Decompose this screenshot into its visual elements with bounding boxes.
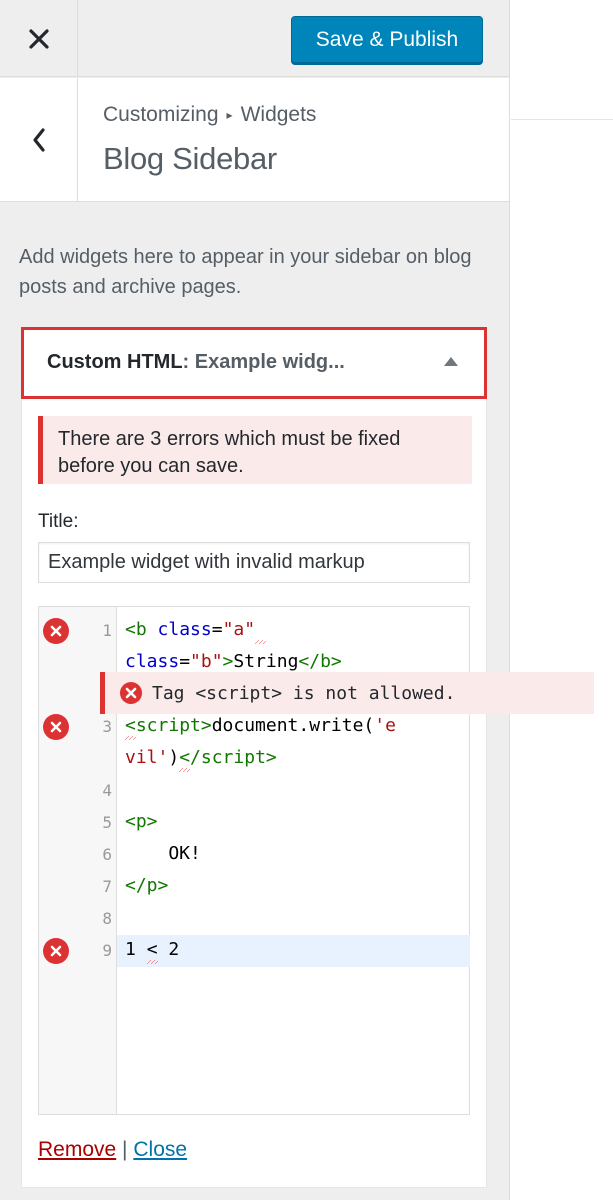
code-line: OK! <box>125 843 201 864</box>
close-widget-link[interactable]: Close <box>133 1138 187 1161</box>
code-line: class="b">String</b> <box>125 651 342 672</box>
code-line: 1 < 2 <box>125 939 180 960</box>
sidebar-description: Add widgets here to appear in your sideb… <box>19 246 472 298</box>
customizer-panel: Save & Publish Customizing ▸ Widgets Blo… <box>0 0 510 1200</box>
error-notice-text: There are 3 errors which must be fixed b… <box>58 428 401 477</box>
section-title-bar: Customizing ▸ Widgets Blog Sidebar <box>0 78 509 202</box>
line-number: 9 <box>102 941 112 960</box>
line-number: 1 <box>102 621 112 640</box>
line-number: 8 <box>102 909 112 928</box>
tooltip-message: Tag <script> is not allowed. <box>152 682 456 704</box>
line-number: 6 <box>102 845 112 864</box>
widget-title: Custom HTML: Example widg... <box>47 351 345 374</box>
x-icon <box>50 721 62 733</box>
preview-divider <box>511 119 613 120</box>
remove-widget-link[interactable]: Remove <box>38 1138 116 1161</box>
error-marker-icon[interactable] <box>43 618 69 644</box>
line-number: 4 <box>102 781 112 800</box>
breadcrumb-current: Widgets <box>240 103 317 126</box>
lint-error-tooltip: Tag <script> is not allowed. <box>100 672 594 714</box>
breadcrumb-root: Customizing <box>103 103 219 126</box>
breadcrumb: Customizing ▸ Widgets <box>103 103 316 127</box>
widget-form: There are 3 errors which must be fixed b… <box>21 399 487 1188</box>
lint-gutter <box>39 607 82 1114</box>
title-field-label: Title: <box>38 511 79 532</box>
actions-separator: | <box>122 1138 128 1161</box>
x-icon <box>50 945 62 957</box>
section-title: Blog Sidebar <box>103 141 277 176</box>
x-icon <box>125 687 137 699</box>
chevron-left-icon <box>32 128 45 152</box>
widget-header[interactable]: Custom HTML: Example widg... <box>21 327 487 399</box>
customizer-header: Save & Publish <box>0 0 509 77</box>
code-line: <p> <box>125 811 158 832</box>
line-number: 3 <box>102 717 112 736</box>
close-customizer-button[interactable] <box>0 0 78 77</box>
code-line: <script>document.write('e <box>125 715 396 736</box>
line-number: 5 <box>102 813 112 832</box>
error-icon <box>120 682 142 704</box>
x-icon <box>50 625 62 637</box>
error-notice: There are 3 errors which must be fixed b… <box>38 416 472 484</box>
widget-title-preview: Example widg... <box>194 351 345 373</box>
code-line: </p> <box>125 875 169 896</box>
error-marker-icon[interactable] <box>43 938 69 964</box>
widget-title-separator: : <box>182 351 190 373</box>
title-field[interactable] <box>38 542 470 583</box>
code-line: <b class="a" <box>125 619 266 640</box>
arrow-up-icon[interactable] <box>444 357 458 366</box>
error-marker-icon[interactable] <box>43 714 69 740</box>
close-icon <box>28 28 49 49</box>
widget-actions: Remove | Close <box>38 1138 187 1162</box>
code-line: vil')</script> <box>125 747 277 768</box>
save-publish-button[interactable]: Save & Publish <box>291 16 483 63</box>
line-number: 7 <box>102 877 112 896</box>
widget-type-label: Custom HTML <box>47 351 183 373</box>
breadcrumb-separator-icon: ▸ <box>226 108 233 122</box>
back-button[interactable] <box>0 78 78 202</box>
